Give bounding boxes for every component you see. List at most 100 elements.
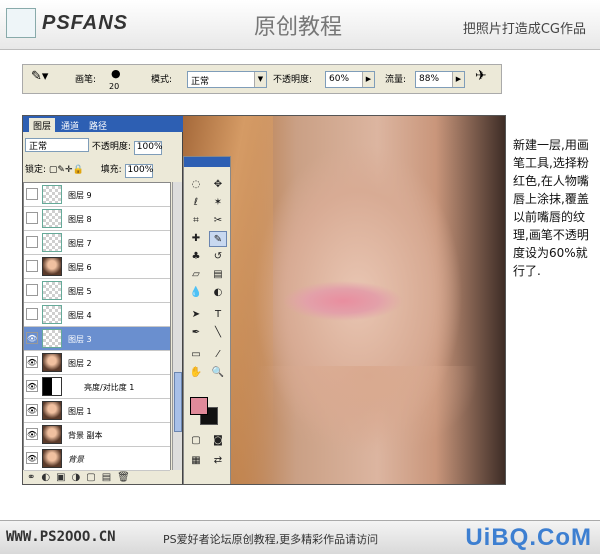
mode-select[interactable]: 正常 ▼ bbox=[187, 71, 267, 88]
imageready-icon[interactable]: ⇄ bbox=[209, 453, 227, 469]
zoom-tool-icon[interactable]: 🔍 bbox=[209, 365, 227, 381]
layer-list: 图层 9 图层 8 图层 7 图层 6 图层 5 图层 4 👁 图层 3 👁 图… bbox=[23, 182, 171, 471]
notes-tool-icon[interactable]: ▭ bbox=[187, 347, 205, 363]
airbrush-icon[interactable]: ✈ bbox=[475, 68, 487, 84]
photoshop-workspace: 图层 通道 路径 正常 不透明度: 100% 锁定: ▢✎✛🔒 填充: 100%… bbox=[22, 115, 506, 485]
layer-opacity-input[interactable]: 100% bbox=[133, 141, 163, 155]
layer-thumbnail bbox=[42, 449, 62, 468]
history-brush-icon[interactable]: ↺ bbox=[209, 249, 227, 265]
header-banner: PSFANS 原创教程 把照片打造成CG作品 bbox=[0, 0, 600, 50]
layer-row[interactable]: 👁 背景 bbox=[24, 447, 170, 471]
layer-thumbnail bbox=[42, 329, 62, 348]
layer-row-selected[interactable]: 👁 图层 3 bbox=[24, 327, 170, 351]
fill-input[interactable]: 100% bbox=[124, 164, 154, 178]
tab-layers[interactable]: 图层 bbox=[29, 118, 56, 132]
layer-name: 图层 4 bbox=[68, 311, 92, 320]
eraser-icon[interactable]: ▱ bbox=[187, 267, 205, 283]
visibility-toggle[interactable] bbox=[26, 308, 38, 320]
footer-text: PS爱好者论坛原创教程,更多精彩作品请访问 bbox=[163, 533, 379, 546]
visibility-toggle[interactable] bbox=[26, 236, 38, 248]
layer-row[interactable]: 图层 6 bbox=[24, 255, 170, 279]
brush-tool-icon[interactable]: ✎ bbox=[209, 231, 227, 247]
layer-thumbnail bbox=[42, 209, 62, 228]
clone-stamp-icon[interactable]: ♣ bbox=[187, 249, 205, 265]
flow-label: 流量: bbox=[385, 75, 407, 85]
layer-thumbnail bbox=[42, 425, 62, 444]
quickmask-mode-icon[interactable]: ◙ bbox=[209, 433, 227, 449]
move-tool-icon[interactable]: ✥ bbox=[209, 177, 227, 193]
lasso-tool-icon[interactable]: ℓ bbox=[187, 195, 205, 211]
standard-mode-icon[interactable]: ▢ bbox=[187, 433, 205, 449]
slice-tool-icon[interactable]: ✂ bbox=[209, 213, 227, 229]
eye-icon[interactable]: 👁 bbox=[26, 380, 38, 392]
brush-preset-icon[interactable]: ● bbox=[111, 67, 121, 80]
layer-row[interactable]: 图层 5 bbox=[24, 279, 170, 303]
type-tool-icon[interactable]: T bbox=[209, 307, 227, 323]
blend-mode-value: 正常 bbox=[29, 142, 48, 152]
blur-tool-icon[interactable]: 💧 bbox=[187, 285, 205, 301]
visibility-toggle[interactable] bbox=[26, 260, 38, 272]
tutorial-step-text: 新建一层,用画笔工具,选择粉红色,在人物嘴唇上涂抹,覆盖以前嘴唇的纹理,画笔不透… bbox=[513, 138, 589, 278]
eye-icon[interactable]: 👁 bbox=[26, 356, 38, 368]
layer-actions-icons[interactable]: ⚭◐▣◑▢▤🗑 bbox=[27, 472, 136, 483]
brush-tool-icon[interactable]: ✎▾ bbox=[31, 69, 48, 84]
layer-row[interactable]: 👁 图层 2 bbox=[24, 351, 170, 375]
footer-url[interactable]: WWW.PS2OOO.CN bbox=[6, 529, 116, 545]
opacity-label: 不透明度: bbox=[273, 75, 313, 85]
layer-name: 图层 3 bbox=[68, 335, 92, 344]
layer-row[interactable]: 👁 图层 1 bbox=[24, 399, 170, 423]
toolbox-titlebar[interactable] bbox=[184, 157, 230, 167]
layer-thumbnail bbox=[42, 281, 62, 300]
visibility-toggle[interactable] bbox=[26, 284, 38, 296]
blend-mode-select[interactable]: 正常 bbox=[25, 138, 89, 152]
layer-name: 图层 7 bbox=[68, 239, 92, 248]
flow-input[interactable]: 88% ▶ bbox=[415, 71, 465, 88]
tab-channels[interactable]: 通道 bbox=[57, 118, 83, 132]
layer-name: 背景 bbox=[68, 455, 84, 464]
layer-row[interactable]: 图层 8 bbox=[24, 207, 170, 231]
panel-tabs: 图层 通道 路径 bbox=[23, 116, 183, 132]
foreground-color-swatch[interactable] bbox=[190, 397, 208, 415]
layer-row[interactable]: 图层 9 bbox=[24, 183, 170, 207]
screen-mode-icon[interactable]: ▦ bbox=[187, 453, 205, 469]
layer-row[interactable]: 👁 亮度/对比度 1 bbox=[24, 375, 170, 399]
eyedropper-icon[interactable]: ⁄ bbox=[209, 347, 227, 363]
layer-row[interactable]: 👁 背景 副本 bbox=[24, 423, 170, 447]
layer-name: 背景 副本 bbox=[68, 431, 103, 440]
eye-icon[interactable]: 👁 bbox=[26, 332, 38, 344]
page-title: 原创教程 bbox=[254, 15, 343, 40]
scroll-thumb[interactable] bbox=[174, 372, 182, 432]
chevron-right-icon: ▶ bbox=[362, 72, 374, 87]
layer-name: 图层 8 bbox=[68, 215, 92, 224]
layers-scrollbar[interactable] bbox=[172, 182, 182, 470]
gradient-icon[interactable]: ▤ bbox=[209, 267, 227, 283]
crop-tool-icon[interactable]: ⌗ bbox=[187, 213, 205, 229]
eye-icon[interactable]: 👁 bbox=[26, 428, 38, 440]
visibility-toggle[interactable] bbox=[26, 212, 38, 224]
magic-wand-icon[interactable]: ✶ bbox=[209, 195, 227, 211]
hand-tool-icon[interactable]: ✋ bbox=[187, 365, 205, 381]
line-tool-icon[interactable]: ╲ bbox=[209, 325, 227, 341]
pen-tool-icon[interactable]: ✒ bbox=[187, 325, 205, 341]
eye-icon[interactable]: 👁 bbox=[26, 404, 38, 416]
site-logo: PSFANS bbox=[42, 12, 129, 34]
dodge-tool-icon[interactable]: ◐ bbox=[209, 285, 227, 301]
tab-paths[interactable]: 路径 bbox=[85, 118, 111, 132]
visibility-toggle[interactable] bbox=[26, 188, 38, 200]
eye-icon[interactable]: 👁 bbox=[26, 452, 38, 464]
marquee-tool-icon[interactable]: ◌ bbox=[187, 177, 205, 193]
path-select-icon[interactable]: ➤ bbox=[187, 307, 205, 323]
lock-icons[interactable]: ▢✎✛🔒 bbox=[49, 165, 84, 175]
layer-thumbnail bbox=[42, 401, 62, 420]
canvas-photo[interactable] bbox=[183, 116, 505, 484]
layer-row[interactable]: 图层 7 bbox=[24, 231, 170, 255]
layer-name: 图层 5 bbox=[68, 287, 92, 296]
brush-label: 画笔: bbox=[75, 75, 97, 85]
healing-brush-icon[interactable]: ✚ bbox=[187, 231, 205, 247]
opacity-input[interactable]: 60% ▶ bbox=[325, 71, 375, 88]
fill-value: 100% bbox=[127, 165, 154, 175]
layer-thumbnail bbox=[42, 185, 62, 204]
layer-row[interactable]: 图层 4 bbox=[24, 303, 170, 327]
layer-thumbnail bbox=[42, 305, 62, 324]
chin-region bbox=[253, 366, 483, 484]
